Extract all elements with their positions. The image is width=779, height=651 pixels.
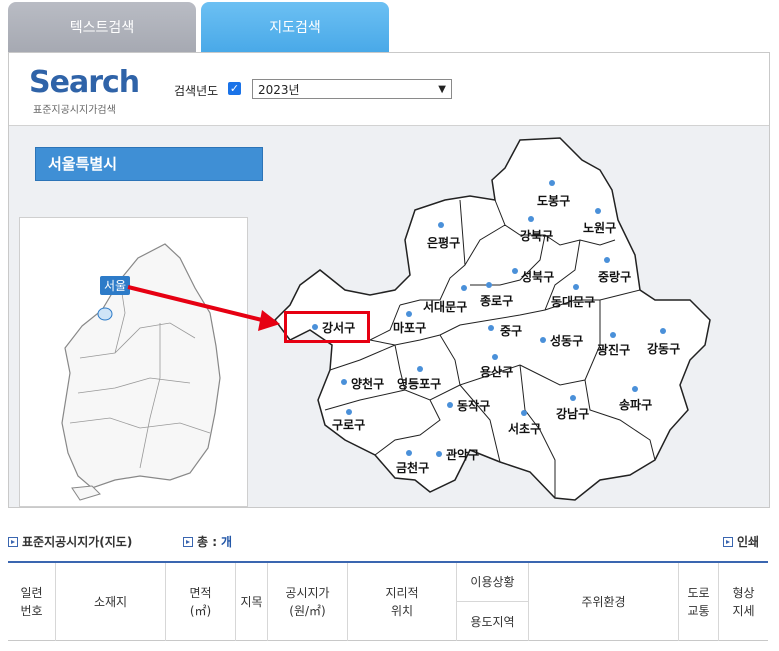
district-dot [346, 409, 352, 415]
bullet-icon [723, 536, 733, 547]
col-usage: 이용상황 [457, 563, 529, 602]
district-dot [610, 332, 616, 338]
district-gwangjin[interactable]: 광진구 [597, 341, 630, 358]
district-gangseo[interactable]: 강서구 [322, 319, 355, 336]
district-jungnang[interactable]: 중랑구 [598, 268, 631, 285]
district-dot [486, 282, 492, 288]
district-dot [341, 379, 347, 385]
district-seongdong[interactable]: 성동구 [550, 332, 583, 349]
col-price: 공시지가 (원/㎡) [268, 563, 348, 641]
bullet-icon [8, 536, 18, 547]
district-dot [406, 311, 412, 317]
district-guro[interactable]: 구로구 [332, 416, 365, 433]
col-road-line1: 도로 [687, 586, 710, 600]
district-mapo[interactable]: 마포구 [393, 319, 426, 336]
list-title: 표준지공시지가(지도) [8, 533, 132, 550]
col-location-label: 소재지 [93, 595, 128, 609]
district-geumcheon[interactable]: 금천구 [396, 459, 429, 476]
col-area-line2: (㎡) [189, 604, 212, 618]
result-table-header: 일련 번호 소재지 면적 (㎡) 지목 공시지가 (원/㎡) 지리적 위치 이용… [8, 561, 768, 641]
district-dot [436, 451, 442, 457]
district-dot [406, 450, 412, 456]
district-eunpyeong[interactable]: 은평구 [427, 234, 460, 251]
col-road: 도로 교통 [679, 563, 719, 641]
district-dot [447, 402, 453, 408]
col-geo-line2: 위치 [390, 604, 414, 618]
col-serial: 일련 번호 [8, 563, 56, 641]
district-dongdaemun[interactable]: 동대문구 [551, 293, 595, 310]
district-dot [488, 325, 494, 331]
col-jimok-label: 지목 [240, 595, 263, 609]
district-dot [312, 324, 318, 330]
list-title-text: 표준지공시지가(지도) [22, 535, 133, 549]
col-jimok: 지목 [236, 563, 268, 641]
col-geo: 지리적 위치 [348, 563, 457, 641]
district-nowon[interactable]: 노원구 [583, 219, 616, 236]
bullet-icon [183, 536, 193, 547]
district-dot [570, 395, 576, 401]
district-dot [540, 337, 546, 343]
list-total-unit: 개 [221, 535, 233, 549]
col-road-line2: 교통 [687, 604, 710, 618]
district-dot [604, 257, 610, 263]
district-dobong[interactable]: 도봉구 [537, 192, 570, 209]
district-yongsan[interactable]: 용산구 [480, 363, 513, 380]
district-dot [632, 386, 638, 392]
col-zone-label: 용도지역 [470, 614, 515, 629]
district-dot [461, 285, 467, 291]
district-dot [595, 208, 601, 214]
col-area-line1: 면적 [189, 586, 212, 600]
district-dot [660, 328, 666, 334]
district-seodaemun[interactable]: 서대문구 [423, 298, 467, 315]
district-dot [521, 410, 527, 416]
col-serial-line2: 번호 [20, 604, 43, 618]
district-dongjak[interactable]: 동작구 [457, 397, 490, 414]
district-songpa[interactable]: 송파구 [619, 396, 652, 413]
list-total-label: 총 : [197, 535, 218, 549]
district-gangbuk[interactable]: 강북구 [520, 227, 553, 244]
district-dot [417, 366, 423, 372]
print-button[interactable]: 인쇄 [723, 533, 759, 550]
col-price-line1: 공시지가 [285, 586, 330, 600]
district-yangcheon[interactable]: 양천구 [351, 375, 384, 392]
col-area: 면적 (㎡) [166, 563, 236, 641]
district-jongno[interactable]: 종로구 [480, 292, 513, 309]
print-button-label: 인쇄 [737, 535, 760, 549]
col-serial-line1: 일련 [20, 586, 43, 600]
col-surroundings: 주위환경 [529, 563, 679, 641]
col-price-line2: (원/㎡) [289, 604, 326, 618]
district-seongbuk[interactable]: 성북구 [509, 268, 554, 285]
district-dot [573, 284, 579, 290]
col-usage-label: 이용상황 [470, 575, 515, 589]
district-dot [492, 354, 498, 360]
list-total: 총 : 개 [183, 533, 232, 550]
col-zone: 용도지역 [457, 602, 529, 641]
district-dot [438, 222, 444, 228]
col-shape: 형상 지세 [719, 563, 768, 641]
district-seocho[interactable]: 서초구 [508, 420, 541, 437]
col-shape-line1: 형상 [732, 586, 755, 600]
col-surroundings-label: 주위환경 [581, 595, 626, 609]
district-gangnam[interactable]: 강남구 [556, 405, 589, 422]
col-location: 소재지 [56, 563, 166, 641]
col-shape-line2: 지세 [732, 604, 755, 618]
col-geo-line1: 지리적 [385, 586, 419, 600]
district-jung[interactable]: 중구 [500, 322, 522, 339]
district-yeongdeungpo[interactable]: 영등포구 [397, 375, 441, 392]
district-dot [528, 216, 534, 222]
arrow-icon [127, 285, 280, 331]
district-dot [549, 180, 555, 186]
district-gangdong[interactable]: 강동구 [647, 340, 680, 357]
district-gwanak[interactable]: 관악구 [446, 446, 479, 463]
